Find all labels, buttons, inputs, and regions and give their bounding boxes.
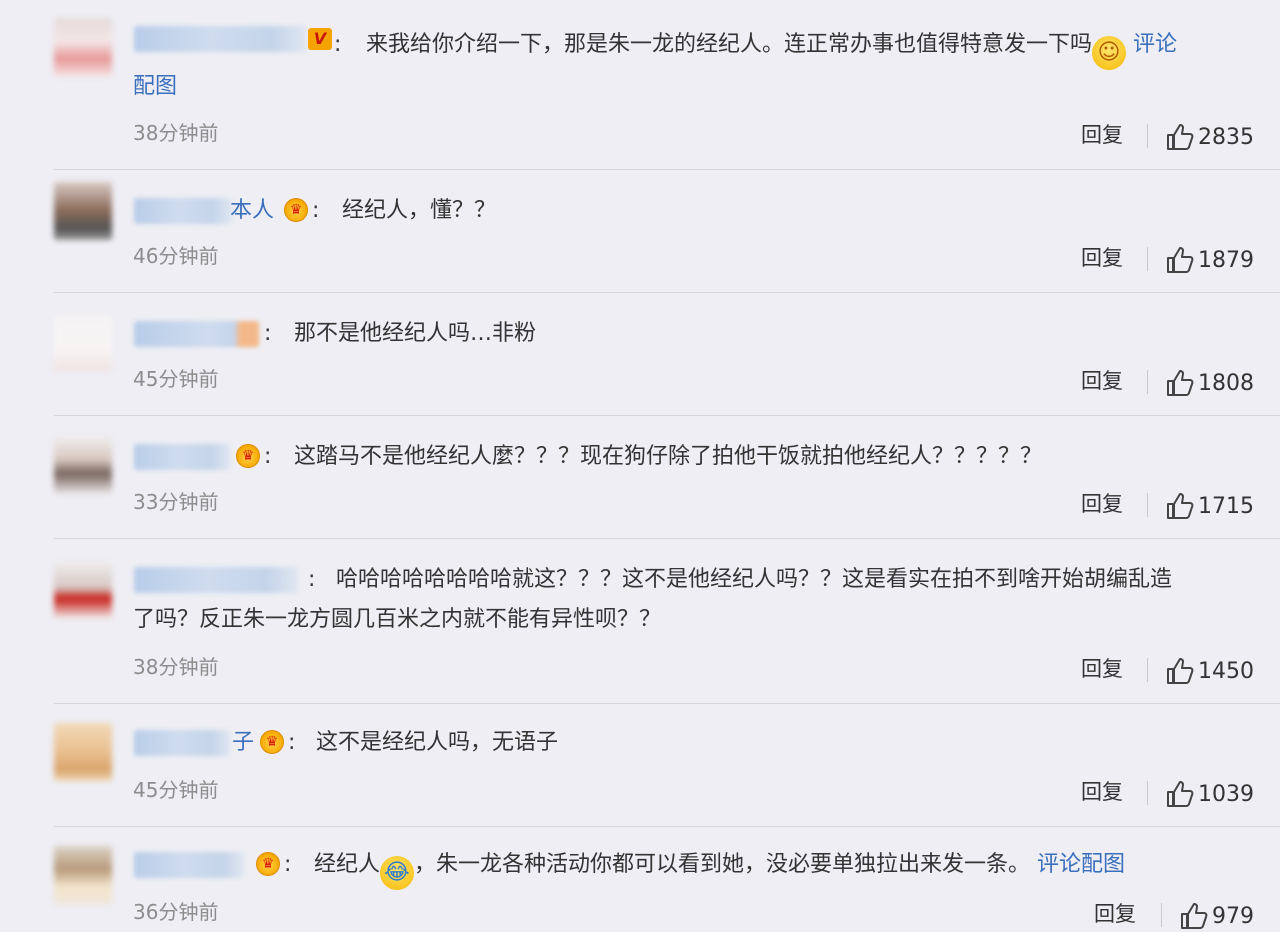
comment-body-continued: ，朱一龙各种活动你都可以看到她，没必要单独拉出来发一条。: [414, 852, 1031, 877]
comment-text: 经纪人，懂？？: [342, 198, 497, 223]
thumbs-up-icon: [1181, 903, 1208, 929]
username[interactable]: [134, 198, 232, 224]
like-count: 1450: [1198, 659, 1254, 684]
thumbs-up-icon: [1167, 247, 1194, 273]
reply-button[interactable]: 回复: [1081, 245, 1123, 271]
crown-badge-icon: ♛: [284, 198, 308, 222]
reply-button[interactable]: 回复: [1081, 779, 1123, 805]
comment-divider: [54, 292, 1280, 293]
timestamp: 45分钟前: [133, 367, 219, 391]
avatar[interactable]: [54, 182, 112, 240]
username[interactable]: [134, 444, 230, 470]
reply-button[interactable]: 回复: [1081, 368, 1123, 394]
comment-divider: [54, 415, 1280, 416]
avatar[interactable]: [54, 18, 112, 76]
thumbs-up-icon: [1167, 493, 1194, 519]
divider-vertical: [1147, 781, 1148, 805]
avatar[interactable]: [54, 436, 112, 494]
colon-separator: :: [308, 567, 316, 592]
thumbs-up-icon: [1167, 370, 1194, 396]
username-tail[interactable]: 子: [232, 730, 254, 756]
comment-divider: [54, 169, 1280, 170]
crown-badge-icon: ♛: [236, 444, 260, 468]
avatar[interactable]: [54, 561, 112, 619]
divider-vertical: [1147, 493, 1148, 517]
avatar[interactable]: [54, 723, 112, 781]
username[interactable]: [134, 26, 306, 52]
comment-divider: [54, 703, 1280, 704]
timestamp: 33分钟前: [133, 490, 219, 514]
username[interactable]: [134, 567, 298, 593]
comment-text: 经纪人 😂 ，朱一龙各种活动你都可以看到她，没必要单独拉出来发一条。 评论配图: [314, 852, 1125, 890]
crown-badge-icon: ♛: [260, 730, 284, 754]
like-count: 1879: [1198, 248, 1254, 273]
colon-separator: :: [284, 852, 292, 877]
timestamp: 38分钟前: [133, 655, 219, 679]
comment-image-link[interactable]: 评论: [1133, 32, 1177, 57]
comment-text: 这踏马不是他经纪人麼？？？现在狗仔除了拍他干饭就拍他经纪人？？？？？: [294, 444, 1043, 469]
username-tail[interactable]: 本人: [230, 198, 274, 224]
comment-text: 那不是他经纪人吗…非粉: [294, 321, 537, 346]
colon-separator: :: [264, 444, 272, 469]
divider-vertical: [1147, 247, 1148, 271]
colon-separator: :: [334, 32, 342, 57]
thumbs-up-icon: [1167, 781, 1194, 807]
like-count: 979: [1212, 904, 1254, 929]
comment-text: 这不是经纪人吗，无语子: [316, 730, 559, 755]
thumbs-up-icon: [1167, 658, 1194, 684]
reply-button[interactable]: 回复: [1081, 656, 1123, 682]
comment-image-link[interactable]: 评论配图: [1037, 852, 1125, 877]
comment-text-continued: 了吗？反正朱一龙方圆几百米之内就不能有异性呗？？: [133, 607, 662, 632]
comment-divider: [54, 538, 1280, 539]
divider-vertical: [1147, 370, 1148, 394]
avatar[interactable]: [54, 314, 112, 372]
comment-divider: [54, 826, 1280, 827]
reply-button[interactable]: 回复: [1094, 901, 1136, 927]
colon-separator: :: [288, 730, 296, 755]
colon-separator: :: [264, 321, 272, 346]
verified-badge-icon: V: [308, 28, 332, 50]
reply-button[interactable]: 回复: [1081, 122, 1123, 148]
avatar[interactable]: [54, 846, 112, 904]
thumbs-up-icon: [1167, 124, 1194, 150]
like-count: 1039: [1198, 782, 1254, 807]
divider-vertical: [1147, 658, 1148, 682]
username[interactable]: [134, 321, 259, 347]
timestamp: 38分钟前: [133, 121, 219, 145]
reply-button[interactable]: 回复: [1081, 491, 1123, 517]
comment-body: 经纪人: [314, 852, 381, 877]
username[interactable]: [134, 852, 244, 878]
username[interactable]: [134, 730, 230, 756]
colon-separator: :: [312, 198, 320, 223]
like-count: 1715: [1198, 494, 1254, 519]
divider-vertical: [1161, 903, 1162, 927]
timestamp: 36分钟前: [133, 900, 219, 924]
like-count: 2835: [1198, 125, 1254, 150]
comment-text: 来我给你介绍一下，那是朱一龙的经纪人。连正常办事也值得特意发一下吗 ☺ 评论: [366, 32, 1177, 70]
smile-emoji-icon: ☺: [1092, 36, 1127, 70]
timestamp: 46分钟前: [133, 244, 219, 268]
comment-text: 哈哈哈哈哈哈哈哈就这？？？这不是他经纪人吗？？这是看实在拍不到啥开始胡编乱造: [336, 567, 1173, 592]
comment-body: 来我给你介绍一下，那是朱一龙的经纪人。连正常办事也值得特意发一下吗: [366, 32, 1093, 57]
laugh-cry-emoji-icon: 😂: [380, 856, 415, 890]
crown-badge-icon: ♛: [256, 852, 280, 876]
comment-image-link-continued[interactable]: 配图: [133, 74, 177, 100]
like-count: 1808: [1198, 371, 1254, 396]
divider-vertical: [1147, 124, 1148, 148]
timestamp: 45分钟前: [133, 778, 219, 802]
